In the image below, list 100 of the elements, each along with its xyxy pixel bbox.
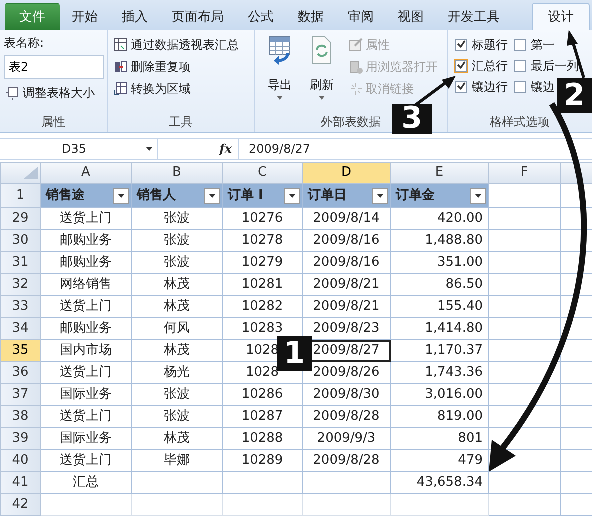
convert-to-range-button[interactable]: 转换为区域 [112, 78, 250, 100]
checkbox[interactable] [455, 38, 467, 50]
table-cell: 2009/9/3 [302, 428, 390, 450]
row-header[interactable]: 29 [0, 208, 40, 230]
ribbon-tab[interactable]: 公式 [236, 3, 286, 30]
table-cell: 送货上门 [40, 450, 132, 472]
ribbon-tab[interactable]: 开发工具 [436, 3, 512, 30]
checkbox[interactable] [455, 80, 467, 92]
filter-button[interactable] [372, 188, 388, 204]
caret-icon [474, 194, 482, 198]
checkbox-label: 第一 [531, 36, 555, 54]
row-header[interactable]: 32 [0, 274, 40, 296]
table-cell: 2009/8/16 [302, 230, 390, 252]
table-cell: 张波 [132, 406, 222, 428]
table-cell: 10286 [222, 384, 302, 406]
table-cell: 林茂 [132, 296, 222, 318]
remove-duplicates-button[interactable]: 删除重复项 [112, 56, 250, 78]
table-cell: 3,016.00 [390, 384, 488, 406]
unlink-icon [349, 82, 363, 96]
group-label: 格样式选项 [490, 115, 550, 129]
column-heading: 订单日 [308, 188, 347, 203]
ribbon-tab[interactable]: 插入 [110, 3, 160, 30]
column-header[interactable]: D [302, 162, 390, 184]
table-cell: 2009/8/21 [302, 296, 390, 318]
name-box[interactable]: D35 [0, 139, 158, 159]
caret-icon [277, 96, 283, 100]
table-cell: 2009/8/21 [302, 274, 390, 296]
table-cell: 邮购业务 [40, 230, 132, 252]
table-cell: 何风 [132, 318, 222, 340]
resize-table-button[interactable]: 调整表格大小 [4, 82, 97, 104]
table-cell: 林茂 [132, 428, 222, 450]
ribbon-tab[interactable]: 开始 [60, 3, 110, 30]
column-header[interactable]: F [488, 162, 560, 184]
table-cell: 1,414.80 [390, 318, 488, 340]
column-heading: 订单金 [396, 188, 435, 203]
row-header[interactable]: 34 [0, 318, 40, 340]
field-label: 表名称: [4, 35, 44, 52]
row-header[interactable]: 37 [0, 384, 40, 406]
row-header[interactable]: 35 [0, 340, 40, 362]
checkbox[interactable] [514, 60, 526, 72]
insert-function-button[interactable]: fx [158, 140, 238, 158]
column-header[interactable]: E [390, 162, 488, 184]
filter-button[interactable] [113, 188, 129, 204]
table-cell: 819.00 [390, 406, 488, 428]
filter-button[interactable] [204, 188, 220, 204]
table-cell: 送货上门 [40, 296, 132, 318]
checkbox[interactable] [514, 38, 526, 50]
table-cell: 10287 [222, 406, 302, 428]
ribbon-tab[interactable]: 审阅 [336, 3, 386, 30]
table-cell: 国际业务 [40, 384, 132, 406]
row-header[interactable]: 31 [0, 252, 40, 274]
row-header[interactable]: 30 [0, 230, 40, 252]
ribbon-tab[interactable]: 设计 [532, 3, 590, 30]
checkbox[interactable] [514, 80, 526, 92]
group-label: 外部表数据 [321, 115, 381, 129]
filter-button[interactable] [470, 188, 486, 204]
refresh-button[interactable]: 刷新 [301, 34, 343, 113]
table-cell: 10289 [222, 450, 302, 472]
pivot-summary-button[interactable]: 通过数据透视表汇总 [112, 34, 250, 56]
table-cell: 10281 [222, 274, 302, 296]
export-button[interactable]: 导出 [259, 34, 301, 113]
filter-button[interactable] [284, 188, 300, 204]
row-header[interactable]: 39 [0, 428, 40, 450]
row-header[interactable]: 38 [0, 406, 40, 428]
row-header[interactable]: 1 [0, 184, 40, 208]
column-header[interactable]: C [222, 162, 302, 184]
ribbon-tab[interactable]: 视图 [386, 3, 436, 30]
formula-field[interactable]: 2009/8/27 [238, 139, 592, 159]
callout-marker: 1 [277, 336, 312, 371]
table-cell: 801 [390, 428, 488, 450]
table-cell: 1,488.80 [390, 230, 488, 252]
row-header[interactable]: 40 [0, 450, 40, 472]
file-menu-tab[interactable]: 文件 [5, 3, 60, 30]
table-cell: 林茂 [132, 340, 222, 362]
checkbox-label: 最后一列 [531, 58, 579, 74]
table-cell: 2009/8/28 [302, 450, 390, 472]
browser-icon [349, 60, 363, 74]
row-header[interactable]: 41 [0, 472, 40, 494]
table-name-field[interactable]: 表2 [4, 55, 104, 79]
ribbon-tab[interactable]: 页面布局 [160, 3, 236, 30]
table-cell: 汇总 [40, 472, 132, 494]
row-header[interactable]: 33 [0, 296, 40, 318]
row-header[interactable]: 42 [0, 494, 40, 516]
table-cell: 10279 [222, 252, 302, 274]
ribbon-tab[interactable]: 数据 [286, 3, 336, 30]
group-label: 属性 [42, 115, 66, 129]
table-cell: 10288 [222, 428, 302, 450]
table-cell: 邮购业务 [40, 318, 132, 340]
table-cell: 479 [390, 450, 488, 472]
table-cell: 杨光 [132, 362, 222, 384]
row-header[interactable]: 36 [0, 362, 40, 384]
table-cell: 送货上门 [40, 406, 132, 428]
column-heading: 销售人 [137, 188, 176, 203]
caret-icon [146, 147, 153, 151]
table-cell: 毕娜 [132, 450, 222, 472]
table-cell: 国内市场 [40, 340, 132, 362]
column-header[interactable]: B [132, 162, 222, 184]
table-cell: 10278 [222, 230, 302, 252]
column-header[interactable]: A [40, 162, 132, 184]
table-cell: 邮购业务 [40, 252, 132, 274]
